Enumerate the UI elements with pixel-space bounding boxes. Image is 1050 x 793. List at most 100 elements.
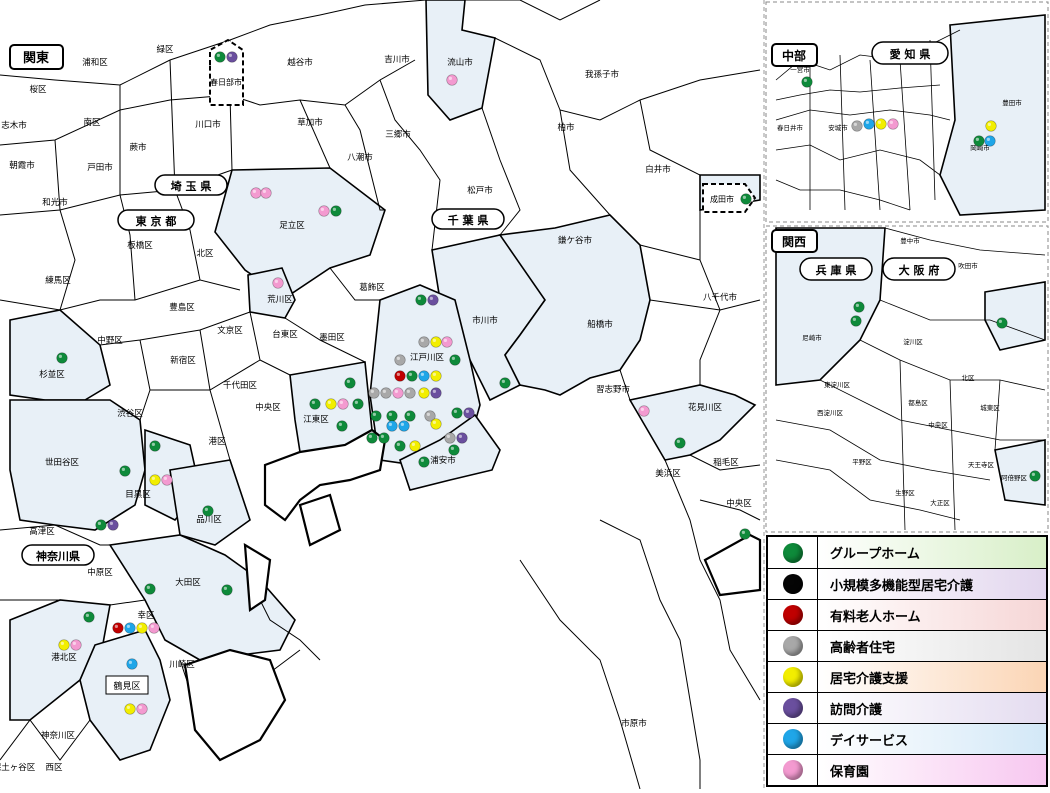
facility-pin[interactable] <box>418 387 430 399</box>
facility-pin[interactable] <box>378 432 390 444</box>
facility-pin[interactable] <box>853 301 865 313</box>
facility-pin[interactable] <box>674 437 686 449</box>
legend-pin-cell <box>768 693 818 723</box>
pin-highlight <box>97 521 101 526</box>
facility-pin[interactable] <box>325 398 337 410</box>
pin-highlight <box>228 53 232 58</box>
facility-pin[interactable] <box>344 377 356 389</box>
svg-text:千 葉 県: 千 葉 県 <box>448 213 489 227</box>
facility-pin[interactable] <box>418 336 430 348</box>
district-label: 草加市 <box>297 117 323 128</box>
facility-pin[interactable] <box>107 519 119 531</box>
facility-pin[interactable] <box>463 407 475 419</box>
facility-pin[interactable] <box>448 444 460 456</box>
facility-pin[interactable] <box>161 474 173 486</box>
facility-pin[interactable] <box>740 193 752 205</box>
facility-pin[interactable] <box>739 528 751 540</box>
facility-pin[interactable] <box>638 405 650 417</box>
facility-pin[interactable] <box>149 440 161 452</box>
prefecture-kanagawa: 神奈川県 <box>21 544 95 566</box>
facility-pin[interactable] <box>124 622 136 634</box>
facility-pin[interactable] <box>409 440 421 452</box>
district-label: 西淀川区 <box>817 408 844 417</box>
district-label: 志木市 <box>1 120 27 131</box>
facility-pin[interactable] <box>451 407 463 419</box>
facility-pin[interactable] <box>394 354 406 366</box>
facility-pin[interactable] <box>56 352 68 364</box>
facility-pin[interactable] <box>850 315 862 327</box>
facility-pin[interactable] <box>70 639 82 651</box>
facility-pin[interactable] <box>337 398 349 410</box>
facility-pin[interactable] <box>336 420 348 432</box>
facility-pin[interactable] <box>430 336 442 348</box>
pin-highlight <box>368 434 372 438</box>
facility-pin[interactable] <box>214 51 226 63</box>
facility-pin[interactable] <box>499 377 511 389</box>
facility-pin[interactable] <box>394 370 406 382</box>
pin-highlight <box>126 705 130 710</box>
facility-pin[interactable] <box>149 474 161 486</box>
facility-pin[interactable] <box>148 622 160 634</box>
facility-pin[interactable] <box>368 387 380 399</box>
facility-pin[interactable] <box>875 118 887 130</box>
facility-pin[interactable] <box>330 205 342 217</box>
facility-pin[interactable] <box>441 336 453 348</box>
facility-pin[interactable] <box>418 370 430 382</box>
facility-pin[interactable] <box>386 410 398 422</box>
facility-pin[interactable] <box>985 120 997 132</box>
facility-pin[interactable] <box>83 611 95 623</box>
facility-pin[interactable] <box>309 398 321 410</box>
facility-pin[interactable] <box>126 658 138 670</box>
facility-pin[interactable] <box>394 440 406 452</box>
facility-pin[interactable] <box>95 519 107 531</box>
facility-pin[interactable] <box>427 294 439 306</box>
pin-highlight <box>420 338 424 342</box>
facility-pin[interactable] <box>430 370 442 382</box>
pin-highlight <box>252 189 256 193</box>
facility-pin[interactable] <box>996 317 1008 329</box>
pin-highlight <box>448 76 452 80</box>
facility-pin[interactable] <box>124 703 136 715</box>
facility-pin[interactable] <box>801 76 813 88</box>
facility-pin[interactable] <box>226 51 238 63</box>
facility-pin[interactable] <box>444 432 456 444</box>
facility-pin[interactable] <box>392 387 404 399</box>
facility-pin[interactable] <box>250 187 262 199</box>
facility-pin[interactable] <box>1029 470 1041 482</box>
facility-pin[interactable] <box>318 205 330 217</box>
facility-pin[interactable] <box>887 118 899 130</box>
facility-pin[interactable] <box>984 135 996 147</box>
facility-pin[interactable] <box>863 118 875 130</box>
facility-pin[interactable] <box>260 187 272 199</box>
facility-pin[interactable] <box>58 639 70 651</box>
facility-pin[interactable] <box>418 456 430 468</box>
facility-pin[interactable] <box>404 410 416 422</box>
facility-pin[interactable] <box>112 622 124 634</box>
facility-pin[interactable] <box>973 135 985 147</box>
facility-pin[interactable] <box>449 354 461 366</box>
district-label: 三郷市 <box>385 129 411 140</box>
facility-pin[interactable] <box>370 410 382 422</box>
facility-pin[interactable] <box>202 505 214 517</box>
district-label: 尼崎市 <box>802 333 822 342</box>
facility-pin[interactable] <box>136 622 148 634</box>
facility-pin[interactable] <box>415 294 427 306</box>
facility-pin[interactable] <box>136 703 148 715</box>
facility-pin[interactable] <box>221 584 233 596</box>
facility-pin[interactable] <box>404 387 416 399</box>
facility-pin[interactable] <box>119 465 131 477</box>
facility-pin[interactable] <box>406 370 418 382</box>
facility-pin[interactable] <box>851 120 863 132</box>
facility-pin[interactable] <box>366 432 378 444</box>
facility-pin[interactable] <box>380 387 392 399</box>
facility-pin[interactable] <box>446 74 458 86</box>
facility-pin[interactable] <box>430 418 442 430</box>
facility-pin[interactable] <box>398 420 410 432</box>
facility-pin[interactable] <box>272 277 284 289</box>
facility-pin[interactable] <box>352 398 364 410</box>
facility-pin[interactable] <box>456 432 468 444</box>
facility-pin[interactable] <box>144 583 156 595</box>
facility-pin[interactable] <box>386 420 398 432</box>
district-label: 北区 <box>196 249 214 259</box>
facility-pin[interactable] <box>430 387 442 399</box>
